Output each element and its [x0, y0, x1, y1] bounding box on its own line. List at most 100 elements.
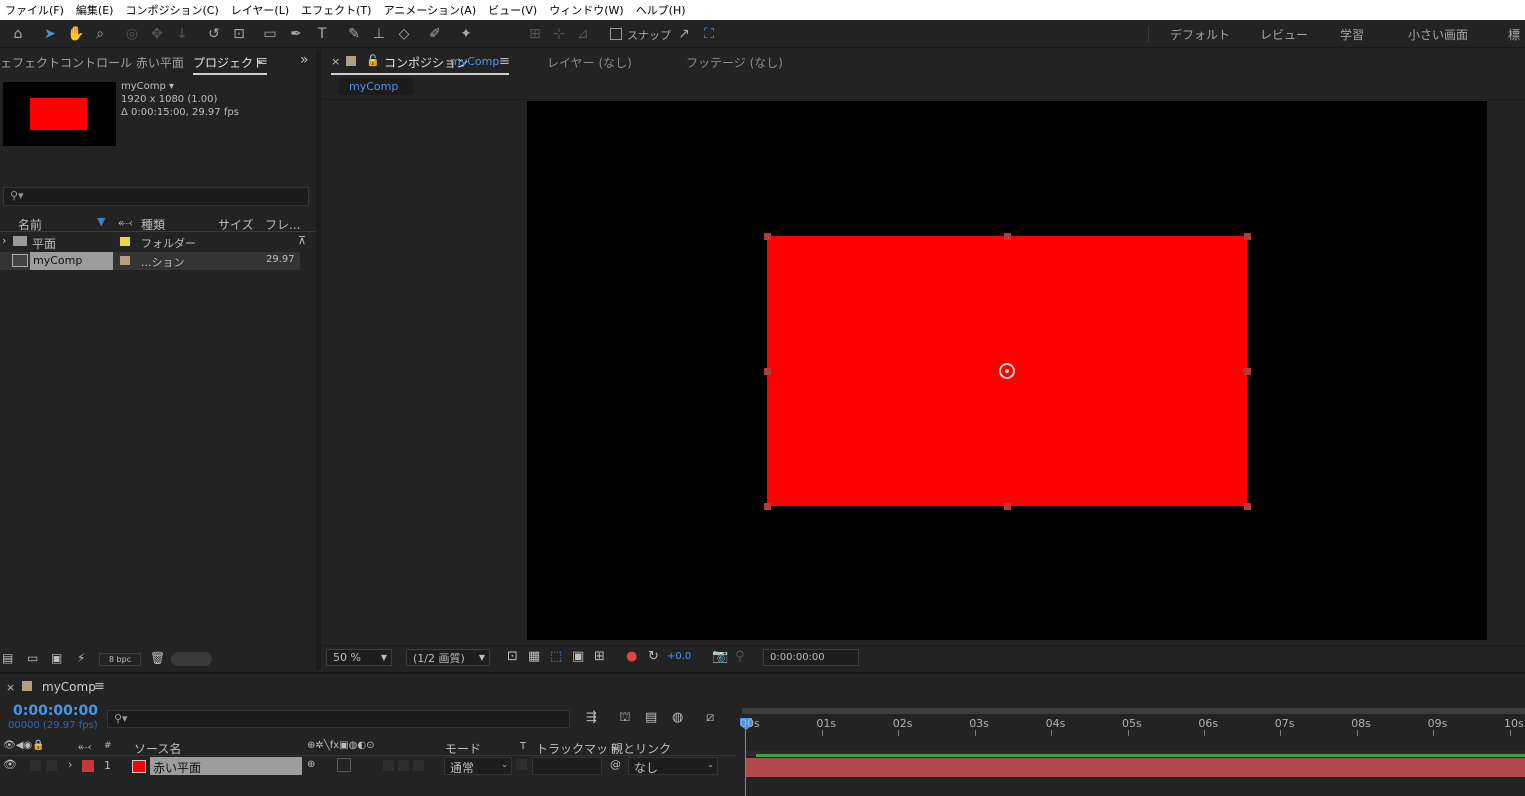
column-mode[interactable]: モード [445, 740, 481, 757]
transform-handle[interactable] [764, 233, 771, 240]
channel-icon[interactable]: ● [626, 649, 637, 664]
workspace-standard[interactable]: 標 [1508, 26, 1520, 43]
effect-controls-tab[interactable]: ェフェクトコントロール 赤い平面 [0, 54, 184, 71]
label-column-icon[interactable]: ⬷ [118, 215, 132, 230]
pan-camera-icon[interactable]: ✥ [147, 24, 167, 44]
layer-row[interactable]: 👁 › 1 赤い平面 ⊕ 通常 ⌄ @ なし ⌄ [0, 757, 720, 775]
footage-tab[interactable]: フッテージ (なし) [686, 54, 783, 71]
grid-guides-icon[interactable]: ⊞ [594, 649, 605, 664]
menu-effect[interactable]: エフェクト(T) [296, 2, 378, 18]
resolution-dropdown[interactable]: (1/2 画質) ▼ [406, 649, 490, 666]
panel-menu-icon[interactable]: ≡ [257, 54, 268, 69]
sort-arrow-icon[interactable]: ▼ [97, 215, 105, 228]
pen-tool-icon[interactable]: ✒ [286, 24, 306, 44]
adjust-project-icon[interactable]: ⚡ [77, 651, 85, 665]
snap-checkbox[interactable] [610, 28, 622, 40]
comp-tab-name[interactable]: myComp [450, 55, 499, 68]
transform-handle[interactable] [1244, 503, 1251, 510]
anchor-point-icon[interactable] [999, 363, 1015, 379]
snapshot-icon[interactable]: 📷 [712, 649, 728, 664]
timeline-tab-name[interactable]: myComp [42, 680, 96, 694]
graph-editor-icon[interactable]: ⧄ [706, 710, 714, 725]
column-size[interactable]: サイズ [218, 216, 254, 233]
layer-name[interactable]: 赤い平面 [153, 759, 201, 776]
trash-icon[interactable]: 🗑 [150, 651, 165, 665]
selection-tool-icon[interactable]: ➤ [40, 24, 60, 44]
transform-handle[interactable] [764, 368, 771, 375]
layer-label-swatch[interactable] [82, 760, 94, 772]
mode-dropdown[interactable]: 通常 ⌄ [444, 757, 512, 775]
visibility-eye-icon[interactable]: 👁 [3, 758, 17, 771]
menu-composition[interactable]: コンポジション(C) [120, 2, 225, 18]
preserve-transparency-switch[interactable] [516, 759, 527, 770]
hand-tool-icon[interactable]: ✋ [66, 24, 86, 44]
audio-switch[interactable] [30, 760, 41, 771]
home-icon[interactable]: ⌂ [8, 24, 28, 44]
transform-handle[interactable] [1004, 233, 1011, 240]
menu-layer[interactable]: レイヤー(L) [226, 2, 296, 18]
work-area-bar[interactable] [742, 708, 1525, 714]
transparency-grid-icon[interactable]: ▦ [528, 649, 540, 664]
region-of-interest-icon[interactable]: ▣ [572, 649, 584, 664]
transform-handle[interactable] [764, 503, 771, 510]
menu-edit[interactable]: 編集(E) [71, 2, 121, 18]
orbit-camera-icon[interactable]: ◎ [122, 24, 142, 44]
effect-switch[interactable] [383, 760, 394, 771]
workspace-learn[interactable]: 学習 [1340, 26, 1364, 43]
expand-panels-icon[interactable]: » [300, 52, 309, 68]
flowchart-icon[interactable]: ⊼ [298, 234, 306, 247]
menu-view[interactable]: ビュー(V) [483, 2, 544, 18]
parent-dropdown[interactable]: なし ⌄ [628, 757, 718, 775]
frame-blending-icon[interactable]: ▤ [645, 710, 657, 725]
clone-stamp-icon[interactable]: ⊥ [369, 24, 389, 44]
snap-edge-icon[interactable]: ↗ [674, 24, 694, 44]
shy-switch-icon[interactable]: ⛫ [619, 710, 631, 727]
axis-local-icon[interactable]: ⊞ [525, 24, 545, 44]
switches-icon[interactable]: ⊕✲╲fx▣◍◐⊙ [307, 740, 375, 751]
current-time-field[interactable]: 0:00:00:00 [763, 649, 859, 666]
layer-duration-bar[interactable] [746, 758, 1525, 777]
dolly-camera-icon[interactable]: ↓ [172, 24, 192, 44]
shy-icon[interactable]: ⊕ [307, 759, 315, 770]
av-features-icon[interactable]: 👁◀◉🔒 [3, 740, 45, 751]
exposure-value[interactable]: +0.0 [667, 651, 691, 662]
mask-visibility-icon[interactable]: ⬚ [550, 649, 562, 664]
panel-menu-icon[interactable]: ≡ [94, 679, 105, 694]
show-snapshot-icon[interactable]: ⚲ [735, 649, 745, 664]
list-item[interactable]: › 平面 フォルダー ⊼ [0, 233, 306, 251]
comp-mini-flowchart-icon[interactable]: ⇶ [586, 710, 597, 725]
project-search-input[interactable]: ⚲▾ [3, 187, 309, 206]
rectangle-tool-icon[interactable]: ▭ [260, 24, 280, 44]
time-ruler-area[interactable]: 00s 01s 02s 03s 04s 05s 06s 07s 08s 09s 10s [738, 706, 1525, 796]
roto-brush-icon[interactable]: ✐ [425, 24, 445, 44]
rotate-tool-icon[interactable]: ↺ [204, 24, 224, 44]
transform-handle[interactable] [1244, 233, 1251, 240]
reset-exposure-icon[interactable]: ↻ [648, 649, 659, 664]
eraser-tool-icon[interactable]: ◇ [394, 24, 414, 44]
close-icon[interactable]: × [331, 55, 340, 68]
axis-view-icon[interactable]: ⊿ [573, 24, 593, 44]
solo-switch[interactable] [46, 760, 57, 771]
column-type[interactable]: 種類 [141, 216, 165, 233]
anchor-point-tool-icon[interactable]: ⊡ [229, 24, 249, 44]
bpc-button[interactable]: 8 bpc [99, 653, 141, 666]
fast-preview-icon[interactable]: ⊡ [507, 649, 518, 664]
motion-blur-switch[interactable] [398, 760, 409, 771]
list-item[interactable]: myComp ...ション 29.97 [0, 252, 300, 270]
comp-breadcrumb[interactable]: myComp [339, 78, 413, 95]
pick-whip-icon[interactable]: @ [610, 758, 621, 771]
axis-world-icon[interactable]: ⊹ [549, 24, 569, 44]
chevron-right-icon[interactable]: › [68, 758, 72, 771]
column-track-matte[interactable]: トラックマット [536, 740, 620, 757]
zoom-tool-icon[interactable]: ⌕ [90, 24, 110, 44]
puppet-pin-icon[interactable]: ✦ [456, 24, 476, 44]
project-tab[interactable]: プロジェクト [193, 54, 265, 71]
workspace-default[interactable]: デフォルト [1170, 26, 1230, 43]
chevron-right-icon[interactable]: › [2, 234, 6, 247]
quality-switch[interactable] [337, 758, 351, 772]
new-folder-icon[interactable]: ▭ [27, 651, 38, 665]
transform-handle[interactable] [1244, 368, 1251, 375]
comp-name[interactable]: myComp ▾ [121, 81, 174, 92]
snap-feature-icon[interactable]: ⛶ [699, 24, 719, 44]
menu-animation[interactable]: アニメーション(A) [378, 2, 483, 18]
